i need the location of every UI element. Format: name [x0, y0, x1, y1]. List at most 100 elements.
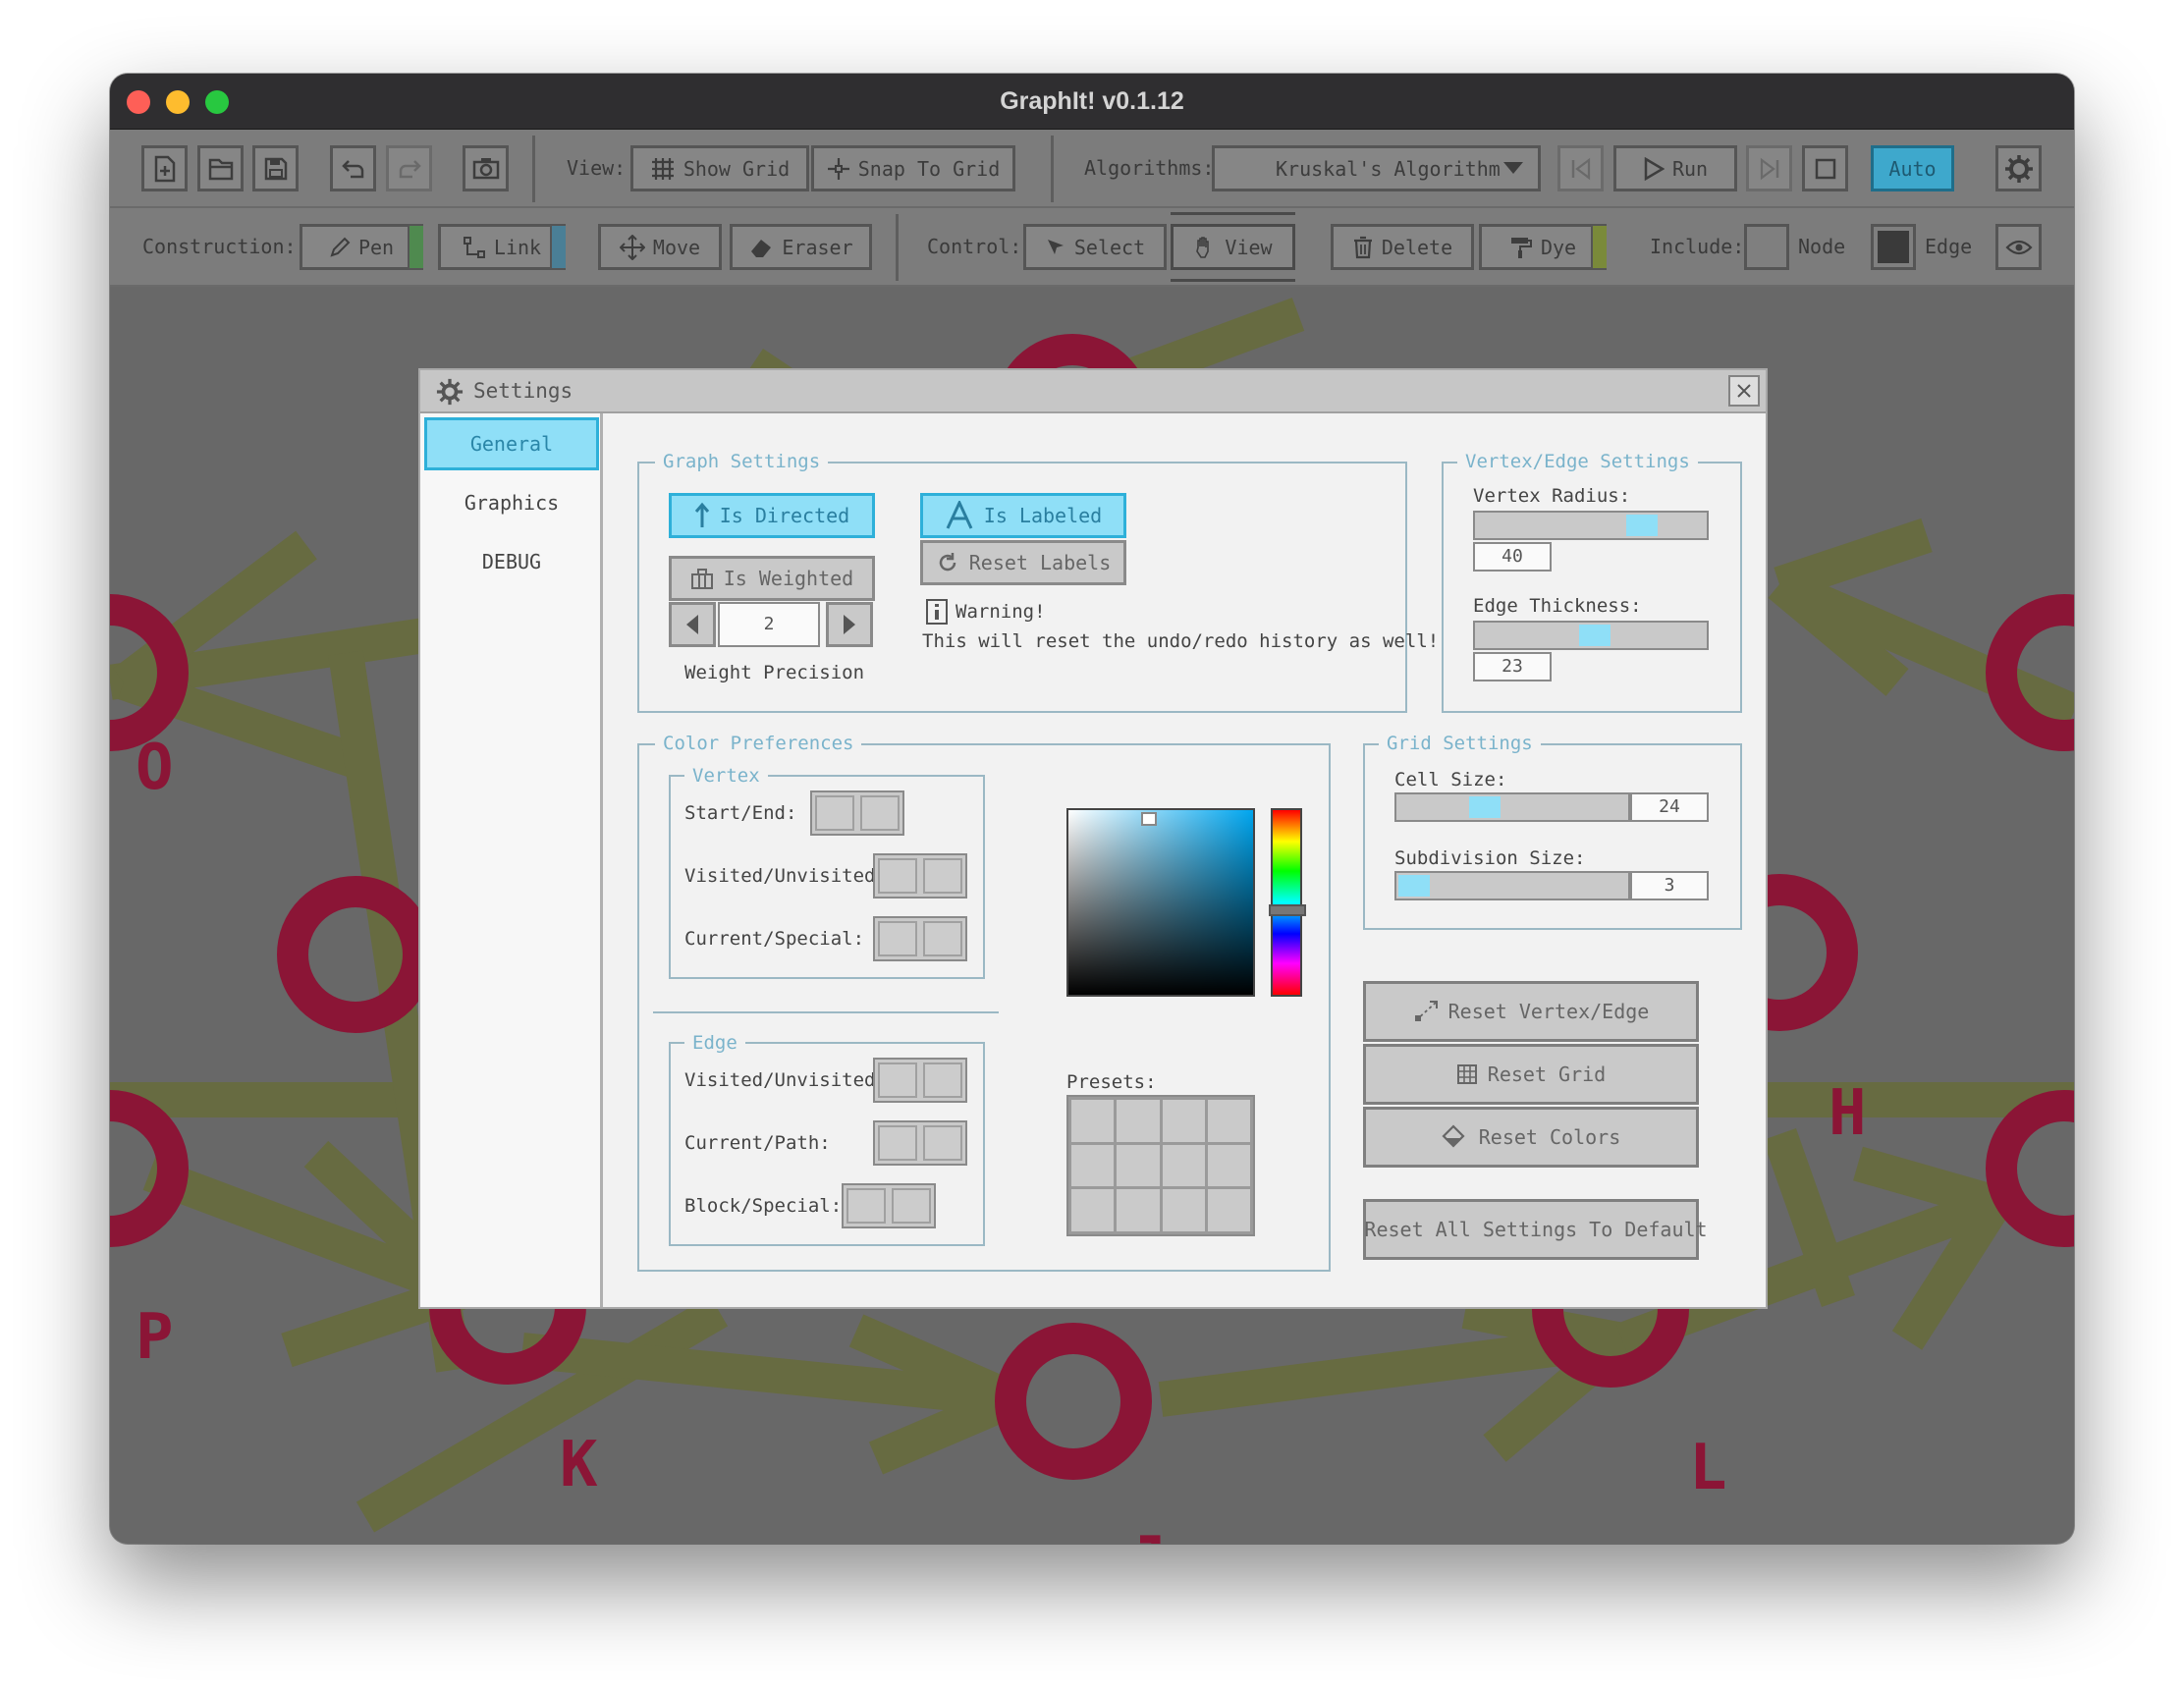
move-tool-button[interactable]: Move — [598, 224, 722, 270]
subdivision-size-slider[interactable] — [1394, 871, 1630, 900]
cell-size-input[interactable]: 24 — [1630, 792, 1709, 822]
slider-handle[interactable] — [1579, 625, 1611, 646]
arrow-left-icon — [686, 615, 698, 634]
preset-swatch[interactable] — [1117, 1100, 1160, 1142]
weight-precision-input[interactable]: 2 — [718, 602, 820, 647]
tab-general[interactable]: General — [424, 417, 599, 470]
edge-visited-unvisited-label: Visited/Unvisited: — [684, 1069, 887, 1091]
weight-precision-increment[interactable] — [826, 602, 873, 647]
graph-vertex[interactable] — [995, 1323, 1152, 1480]
reset-colors-button[interactable]: Reset Colors — [1363, 1107, 1699, 1168]
preset-swatch[interactable] — [1207, 1144, 1250, 1187]
is-weighted-toggle[interactable]: Is Weighted — [669, 556, 875, 601]
preset-swatch[interactable] — [1207, 1100, 1250, 1142]
preset-swatch[interactable] — [1207, 1189, 1250, 1231]
settings-button[interactable] — [1995, 145, 2042, 191]
letter-a-icon — [946, 501, 973, 529]
include-label: Include: — [1650, 235, 1745, 258]
slider-handle[interactable] — [1398, 875, 1430, 897]
tab-graphics[interactable]: Graphics — [424, 476, 599, 529]
algorithm-select[interactable]: Kruskal's Algorithm — [1212, 145, 1541, 191]
current-special-label: Current/Special: — [684, 928, 865, 950]
link-tool-button[interactable]: Link — [438, 224, 566, 270]
is-labeled-toggle[interactable]: Is Labeled — [920, 493, 1126, 538]
pen-color-indicator — [408, 226, 423, 268]
open-file-button[interactable] — [197, 145, 244, 191]
start-end-color-swatches[interactable] — [810, 790, 904, 836]
run-button[interactable]: Run — [1613, 145, 1737, 191]
auto-label: Auto — [1888, 156, 1937, 181]
vertex-radius-slider[interactable] — [1473, 511, 1709, 540]
pen-tool-button[interactable]: Pen — [300, 224, 423, 270]
color-picker-area[interactable] — [1066, 808, 1255, 997]
weight-precision-decrement[interactable] — [669, 602, 716, 647]
include-node-checkbox[interactable] — [1744, 224, 1789, 270]
edge-block-special-swatches[interactable] — [842, 1183, 936, 1228]
preset-swatch[interactable] — [1162, 1100, 1205, 1142]
subdivision-size-input[interactable]: 3 — [1630, 871, 1709, 900]
link-color-indicator — [550, 226, 566, 268]
crosshair-icon — [827, 157, 849, 180]
show-grid-button[interactable]: Show Grid — [630, 145, 809, 191]
is-directed-label: Is Directed — [719, 504, 850, 527]
hue-slider[interactable] — [1269, 808, 1306, 997]
vertex-radius-input[interactable]: 40 — [1473, 542, 1552, 572]
block-special-label: Block/Special: — [684, 1195, 843, 1217]
reset-grid-label: Reset Grid — [1487, 1062, 1607, 1086]
vertex-visited-unvisited-swatches[interactable] — [873, 853, 967, 899]
view-tool-button[interactable]: View — [1171, 224, 1295, 270]
preset-swatch[interactable] — [1117, 1144, 1160, 1187]
preset-swatch[interactable] — [1071, 1144, 1115, 1187]
link-label: Link — [493, 235, 542, 259]
save-file-button[interactable] — [252, 145, 299, 191]
slider-handle[interactable] — [1469, 796, 1501, 818]
presets-label: Presets: — [1066, 1071, 1157, 1093]
edge-current-path-swatches[interactable] — [873, 1120, 967, 1166]
vertex-current-special-swatches[interactable] — [873, 916, 967, 961]
stop-button[interactable] — [1802, 145, 1848, 191]
delete-button[interactable]: Delete — [1331, 224, 1474, 270]
graph-vertex[interactable] — [110, 1090, 189, 1247]
preset-swatch[interactable] — [1071, 1189, 1115, 1231]
cell-size-slider[interactable] — [1394, 792, 1630, 822]
is-directed-toggle[interactable]: Is Directed — [669, 493, 875, 538]
cursor-icon — [1047, 239, 1064, 254]
reset-vertex-edge-button[interactable]: Reset Vertex/Edge — [1363, 981, 1699, 1042]
color-picker-handle[interactable] — [1141, 812, 1157, 826]
vertex-edge-settings-title: Vertex/Edge Settings — [1457, 450, 1698, 473]
slider-handle[interactable] — [1626, 515, 1658, 536]
graph-vertex[interactable] — [1986, 1090, 2074, 1247]
control-label: Control: — [927, 235, 1022, 258]
reset-labels-button[interactable]: Reset Labels — [920, 540, 1126, 585]
select-tool-button[interactable]: Select — [1023, 224, 1167, 270]
new-file-button[interactable] — [141, 145, 188, 191]
step-back-button[interactable] — [1557, 145, 1604, 191]
edge-visited-unvisited-swatches[interactable] — [873, 1058, 967, 1103]
edge-thickness-input[interactable]: 23 — [1473, 652, 1552, 681]
reset-vertex-edge-label: Reset Vertex/Edge — [1447, 1000, 1650, 1023]
preset-swatch[interactable] — [1117, 1189, 1160, 1231]
auto-button[interactable]: Auto — [1871, 145, 1954, 191]
new-file-icon — [154, 155, 175, 182]
main-toolbar: View: Show Grid Snap To Grid Algorithms:… — [110, 130, 2074, 208]
dye-tool-button[interactable]: Dye — [1479, 224, 1607, 270]
visibility-button[interactable] — [1995, 224, 2042, 270]
step-forward-button[interactable] — [1746, 145, 1792, 191]
tab-debug[interactable]: DEBUG — [424, 535, 599, 588]
redo-button[interactable] — [386, 145, 432, 191]
preset-swatch[interactable] — [1162, 1189, 1205, 1231]
weight-precision-label: Weight Precision — [684, 662, 865, 683]
snap-to-grid-button[interactable]: Snap To Grid — [811, 145, 1015, 191]
edge-thickness-slider[interactable] — [1473, 621, 1709, 650]
save-file-icon — [264, 157, 287, 180]
hue-slider-handle[interactable] — [1269, 904, 1306, 916]
include-edge-checkbox[interactable] — [1871, 224, 1916, 270]
preset-swatch[interactable] — [1071, 1100, 1115, 1142]
close-settings-button[interactable] — [1728, 375, 1760, 407]
undo-button[interactable] — [330, 145, 376, 191]
reset-grid-button[interactable]: Reset Grid — [1363, 1044, 1699, 1105]
eraser-tool-button[interactable]: Eraser — [730, 224, 872, 270]
reset-all-settings-button[interactable]: Reset All Settings To Default — [1363, 1199, 1708, 1260]
preset-swatch[interactable] — [1162, 1144, 1205, 1187]
screenshot-button[interactable] — [463, 145, 509, 191]
